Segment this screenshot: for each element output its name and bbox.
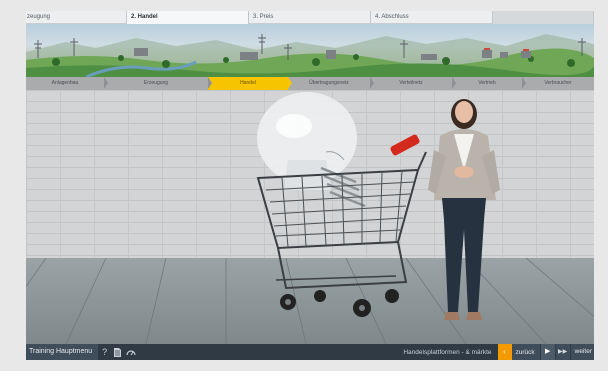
play-icon[interactable]: ▶ [540,344,555,360]
step-anlagenbau[interactable]: Anlagenbau [26,77,108,90]
training-player: zeugung 2. Handel 3. Preis 4. Abschluss [26,11,594,360]
video-scene[interactable] [26,90,594,344]
gauge-icon[interactable] [124,344,137,360]
chapter-tab-bar: zeugung 2. Handel 3. Preis 4. Abschluss [26,11,594,24]
next-button[interactable]: weiter [570,344,594,360]
question-mark-icon[interactable]: ? [98,344,111,360]
landscape-illustration [26,34,594,77]
step-vertrieb[interactable]: Vertrieb [452,77,526,90]
tab-bar-filler [493,11,594,24]
step-uebertragungsnetz[interactable]: Übertragungsnetz [288,77,374,90]
tab-erzeugung[interactable]: zeugung [26,11,127,24]
scene-illustration [256,92,500,320]
player-control-bar: Training Hauptmenu ? Handelsplattformen … [26,344,594,360]
document-icon[interactable] [111,344,124,360]
chevron-left-icon: ‹ [497,344,512,360]
energy-landscape-banner [26,24,594,77]
value-chain-process-bar: Anlagenbau Erzeugung Handel Übertragungs… [26,77,594,90]
back-button[interactable]: ‹ zurück [497,344,540,360]
step-erzeugung[interactable]: Erzeugung [104,77,212,90]
step-verteilnetz[interactable]: Verteilnetz [370,77,456,90]
presenter-woman [428,99,500,320]
light-bulb-icon [257,92,366,208]
skip-forward-icon[interactable]: ▶▶ [555,344,570,360]
tab-preis[interactable]: 3. Preis [249,11,371,24]
tab-abschluss[interactable]: 4. Abschluss [371,11,493,24]
main-menu-button[interactable]: Training Hauptmenu [26,344,99,360]
back-label: zurück [515,348,535,356]
step-verbraucher[interactable]: Verbraucher [522,77,594,90]
chapter-title: Handelsplattformen - & märkte [403,348,492,356]
step-handel[interactable]: Handel [208,77,292,90]
tab-handel[interactable]: 2. Handel [127,11,249,24]
